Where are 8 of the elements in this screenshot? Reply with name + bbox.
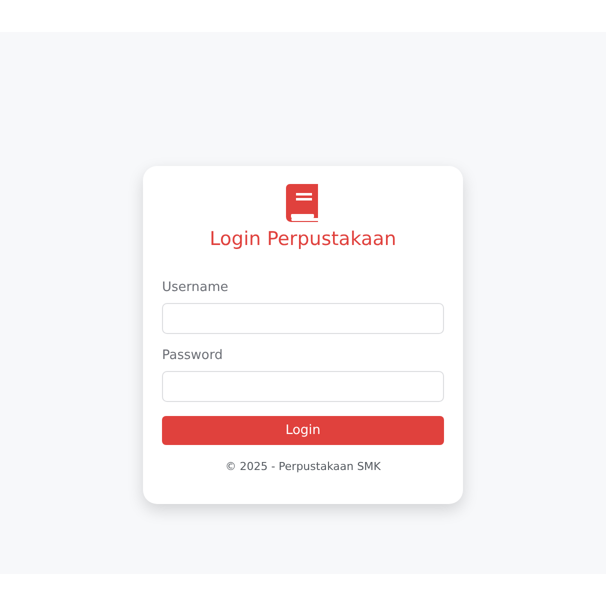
field-label: Password	[162, 348, 224, 363]
input-field[interactable]	[162, 303, 444, 334]
book-icon	[286, 184, 320, 222]
footer-text: © 2025 - Perpustakaan SMK	[225, 460, 381, 473]
field-label: Username	[162, 280, 230, 295]
input-field[interactable]	[162, 371, 444, 402]
login-button[interactable]: Login	[162, 416, 444, 445]
login-title: Login Perpustakaan	[210, 228, 396, 250]
